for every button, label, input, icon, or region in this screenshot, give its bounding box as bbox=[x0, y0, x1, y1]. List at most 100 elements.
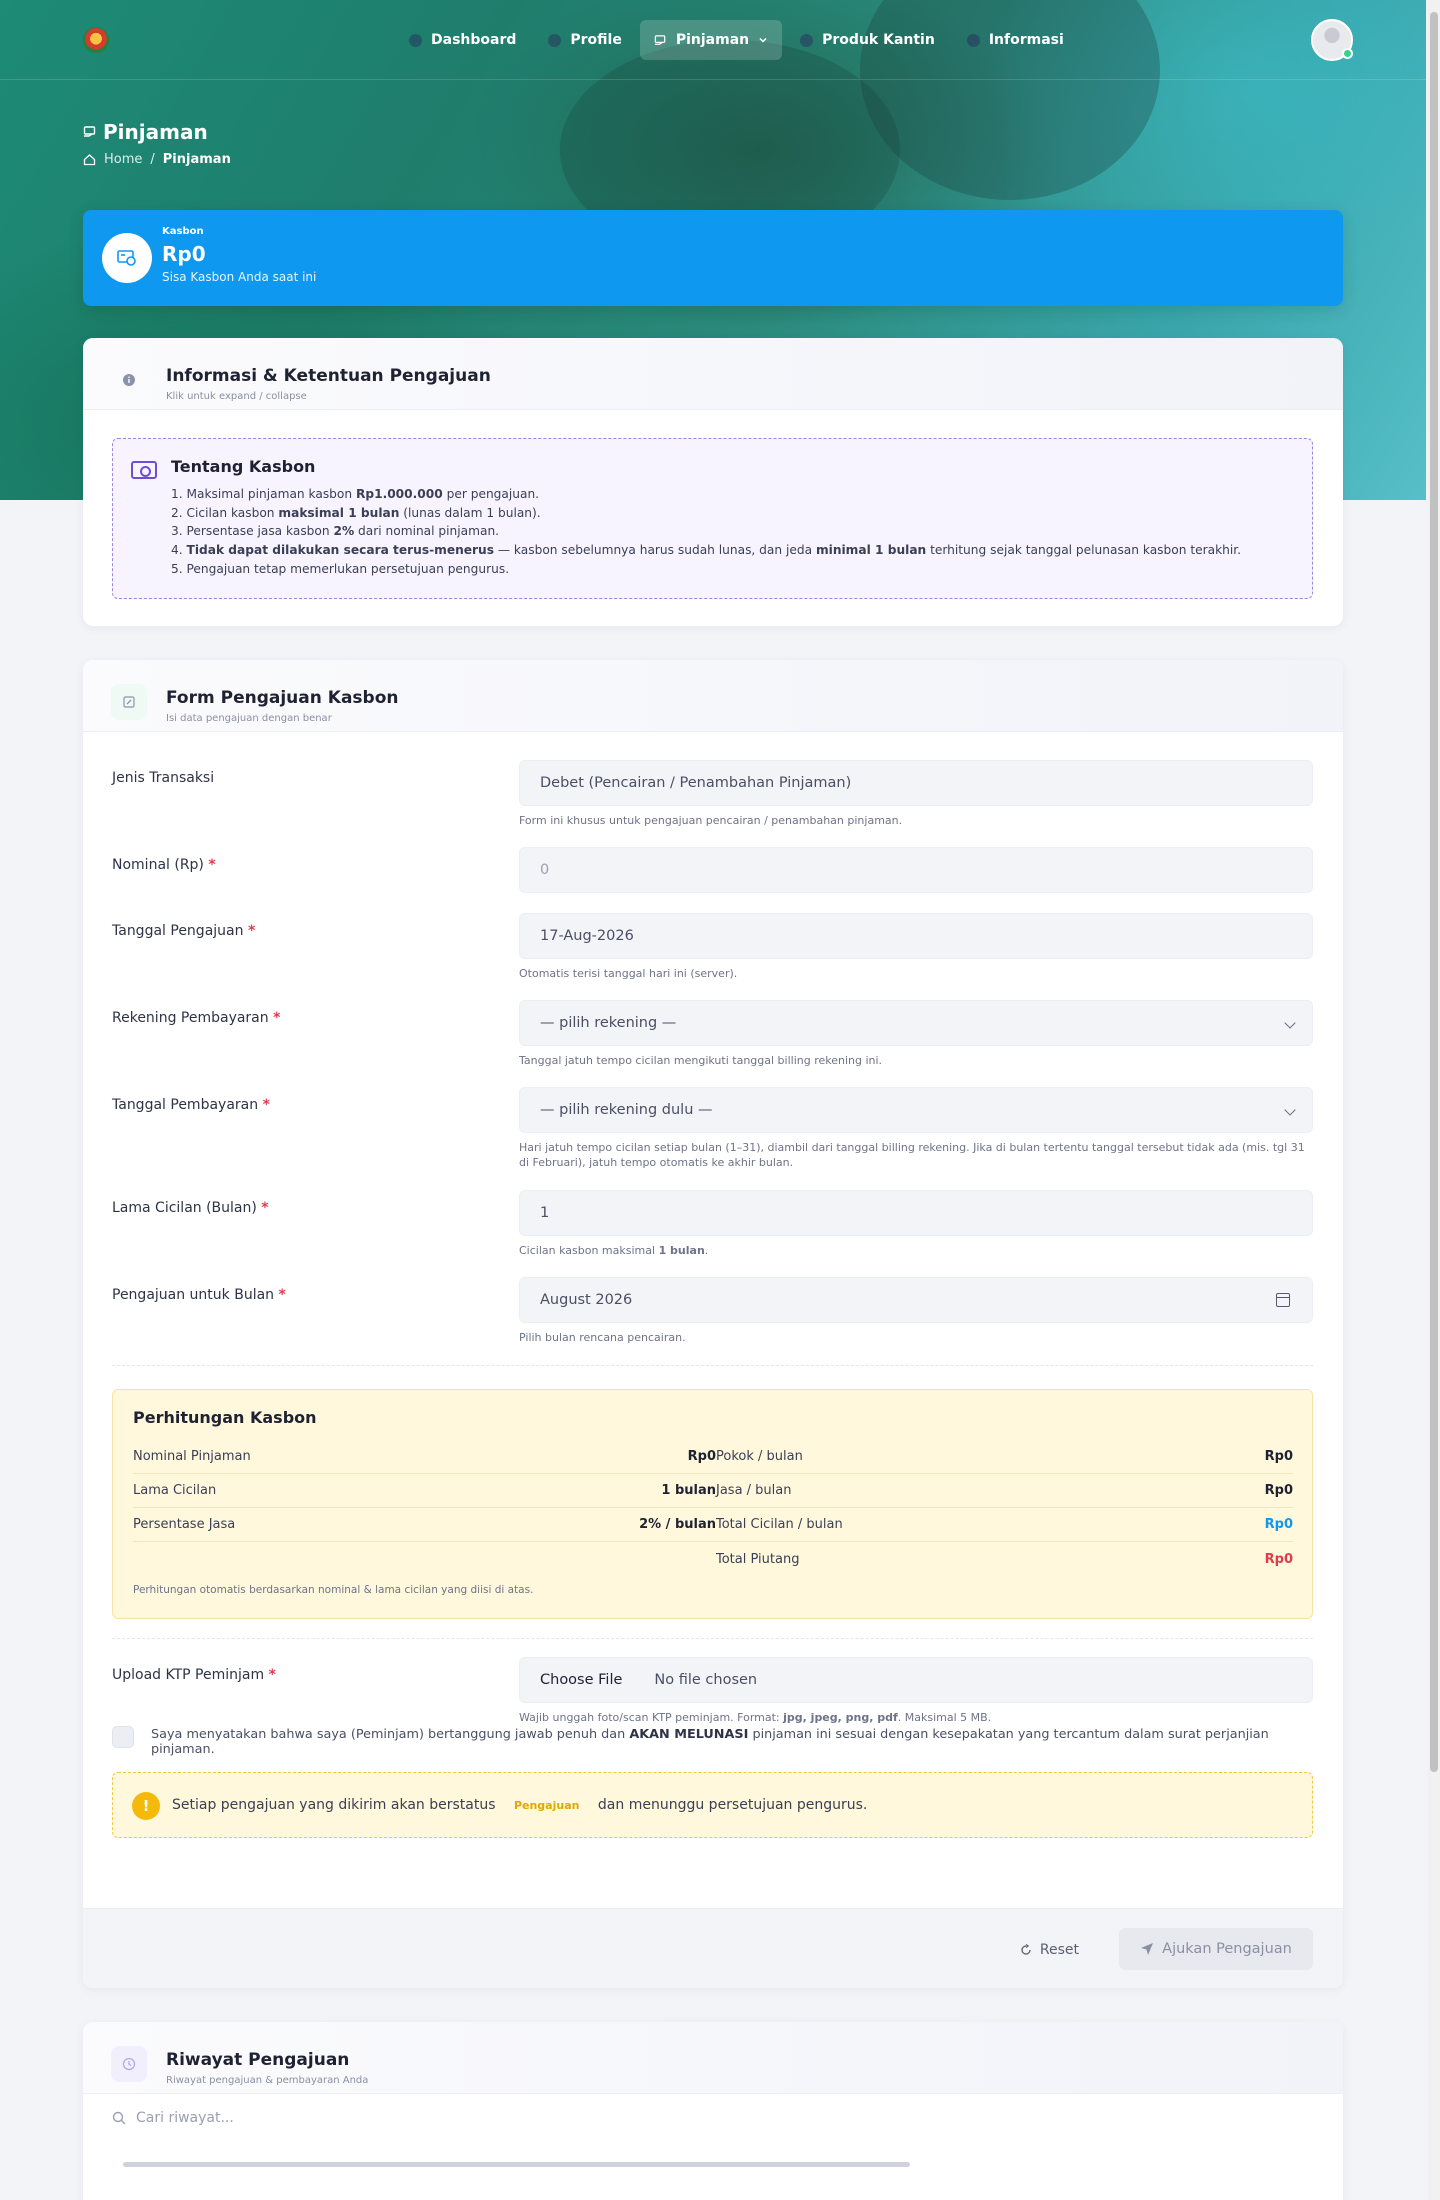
nominal-input[interactable]: 0 bbox=[519, 847, 1313, 893]
avatar[interactable] bbox=[1311, 19, 1353, 61]
kasbon-label: Kasbon bbox=[162, 226, 204, 237]
chevron-down-icon bbox=[1284, 1017, 1296, 1029]
hand-money-icon bbox=[654, 34, 666, 45]
nav-label: Profile bbox=[570, 32, 622, 48]
info-icon bbox=[123, 374, 135, 386]
form-card: Form Pengajuan Kasbon Isi data pengajuan… bbox=[83, 660, 1343, 1988]
page-scrollbar[interactable] bbox=[1428, 0, 1440, 2200]
tentang-kasbon-title: Tentang Kasbon bbox=[171, 457, 316, 476]
online-status-dot bbox=[1342, 48, 1353, 59]
breadcrumb-separator: / bbox=[150, 152, 155, 167]
bulan-picker[interactable]: August 2026 bbox=[519, 1277, 1313, 1323]
store-icon bbox=[800, 33, 814, 47]
hand-money-icon bbox=[83, 126, 96, 137]
form-actions: Reset Ajukan Pengajuan bbox=[83, 1908, 1343, 1988]
info-card-subtitle: Klik untuk expand / collapse bbox=[166, 391, 307, 402]
page-scrollbar-thumb[interactable] bbox=[1430, 12, 1438, 1772]
form-title: Form Pengajuan Kasbon bbox=[166, 688, 399, 708]
ktp-file-input[interactable]: Choose File No file chosen bbox=[519, 1657, 1313, 1703]
field-label: Rekening Pembayaran * bbox=[112, 1010, 281, 1026]
nav-item-produk-kantin[interactable]: Produk Kantin bbox=[786, 20, 949, 60]
top-navbar: Dashboard Profile Pinjaman Produk Kantin… bbox=[0, 0, 1426, 80]
info-card: Informasi & Ketentuan Pengajuan Klik unt… bbox=[83, 338, 1343, 626]
rekening-select[interactable]: — pilih rekening — bbox=[519, 1000, 1313, 1046]
page-title-text: Pinjaman bbox=[103, 120, 208, 144]
chevron-down-icon bbox=[759, 37, 767, 43]
nav-item-dashboard[interactable]: Dashboard bbox=[395, 20, 530, 60]
table-scrollbar[interactable] bbox=[123, 2162, 910, 2167]
nav-label: Dashboard bbox=[431, 32, 517, 48]
calc-row: Total Piutang Rp0 bbox=[716, 1551, 1293, 1567]
info-card-header[interactable]: Informasi & Ketentuan Pengajuan Klik unt… bbox=[83, 338, 1343, 410]
calc-row: Lama Cicilan 1 bulan bbox=[133, 1474, 716, 1508]
field-label: Jenis Transaksi bbox=[112, 770, 215, 786]
ketentuan-list: 1. Maksimal pinjaman kasbon Rp1.000.000 … bbox=[171, 485, 1241, 579]
form-card-header: Form Pengajuan Kasbon Isi data pengajuan… bbox=[83, 660, 1343, 732]
reset-button[interactable]: Reset bbox=[1006, 1929, 1093, 1971]
breadcrumb-current: Pinjaman bbox=[162, 152, 231, 167]
field-label: Tanggal Pembayaran * bbox=[112, 1097, 270, 1113]
tanggal-pembayaran-select[interactable]: — pilih rekening dulu — bbox=[519, 1087, 1313, 1133]
field-label: Pengajuan untuk Bulan * bbox=[112, 1287, 286, 1303]
home-icon bbox=[83, 154, 96, 166]
status-badge: Pengajuan bbox=[513, 1799, 580, 1812]
edit-icon bbox=[123, 696, 135, 708]
field-help: Tanggal jatuh tempo cicilan mengikuti ta… bbox=[519, 1054, 883, 1067]
agreement-text: Saya menyatakan bahwa saya (Peminjam) be… bbox=[151, 1727, 1269, 1757]
nav-item-pinjaman[interactable]: Pinjaman bbox=[639, 20, 783, 60]
history-icon bbox=[122, 2057, 136, 2071]
choose-file-button[interactable]: Choose File bbox=[540, 1672, 622, 1688]
field-help: Form ini khusus untuk pengajuan pencaira… bbox=[519, 814, 903, 827]
form-subtitle: Isi data pengajuan dengan benar bbox=[166, 713, 332, 724]
list-item: 3. Persentase jasa kasbon 2% dari nomina… bbox=[171, 524, 500, 539]
kasbon-value: Rp0 bbox=[162, 242, 206, 266]
warning-icon: ! bbox=[132, 1792, 160, 1820]
kasbon-summary-card: Kasbon Rp0 Sisa Kasbon Anda saat ini bbox=[83, 210, 1343, 306]
perhitungan-title: Perhitungan Kasbon bbox=[133, 1408, 317, 1427]
nav-label: Pinjaman bbox=[675, 32, 750, 48]
calc-row: Total Cicilan / bulan Rp0 bbox=[716, 1508, 1293, 1542]
main-nav: Dashboard Profile Pinjaman Produk Kantin… bbox=[395, 20, 1078, 60]
money-icon bbox=[131, 461, 157, 479]
lama-cicilan-input[interactable]: 1 bbox=[519, 1190, 1313, 1236]
search-icon bbox=[112, 2111, 126, 2125]
nav-label: Informasi bbox=[988, 32, 1064, 48]
info-icon-wrap bbox=[111, 362, 147, 398]
list-item: 1. Maksimal pinjaman kasbon Rp1.000.000 … bbox=[171, 487, 540, 501]
status-notice: ! Setiap pengajuan yang dikirim akan ber… bbox=[112, 1772, 1313, 1838]
section-divider bbox=[112, 1365, 1313, 1366]
info-icon bbox=[966, 33, 980, 47]
send-icon bbox=[1141, 1943, 1154, 1955]
field-label: Nominal (Rp) * bbox=[112, 857, 216, 873]
riwayat-search-input[interactable]: Cari riwayat... bbox=[112, 2110, 234, 2126]
file-status: No file chosen bbox=[654, 1672, 758, 1688]
jenis-transaksi-input: Debet (Pencairan / Penambahan Pinjaman) bbox=[519, 760, 1313, 806]
field-help: Otomatis terisi tanggal hari ini (server… bbox=[519, 967, 738, 980]
refresh-icon bbox=[1021, 1944, 1031, 1955]
breadcrumb: Home / Pinjaman bbox=[83, 152, 231, 167]
riwayat-subtitle: Riwayat pengajuan & pembayaran Anda bbox=[166, 2075, 369, 2086]
field-help: Pilih bulan rencana pencairan. bbox=[519, 1331, 686, 1344]
tanggal-pengajuan-input: 17-Aug-2026 bbox=[519, 913, 1313, 959]
perhitungan-note: Perhitungan otomatis berdasarkan nominal… bbox=[133, 1584, 534, 1596]
riwayat-card-header: Riwayat Pengajuan Riwayat pengajuan & pe… bbox=[83, 2022, 1343, 2094]
field-help: Wajib unggah foto/scan KTP peminjam. For… bbox=[519, 1711, 992, 1724]
grid-icon bbox=[409, 33, 422, 47]
section-divider bbox=[112, 1638, 1313, 1639]
field-help: Cicilan kasbon maksimal 1 bulan. bbox=[519, 1244, 709, 1257]
app-logo[interactable] bbox=[83, 27, 109, 53]
breadcrumb-home[interactable]: Home bbox=[104, 152, 142, 167]
riwayat-title: Riwayat Pengajuan bbox=[166, 2050, 350, 2070]
nav-item-informasi[interactable]: Informasi bbox=[953, 20, 1078, 60]
list-item: 5. Pengajuan tetap memerlukan persetujua… bbox=[171, 561, 510, 576]
user-icon bbox=[548, 33, 562, 47]
submit-button[interactable]: Ajukan Pengajuan bbox=[1119, 1928, 1313, 1970]
kasbon-icon-wrap bbox=[102, 233, 152, 283]
field-label: Tanggal Pengajuan * bbox=[112, 923, 256, 939]
tentang-kasbon-box: Tentang Kasbon 1. Maksimal pinjaman kasb… bbox=[112, 438, 1313, 599]
nav-item-profile[interactable]: Profile bbox=[534, 20, 635, 60]
agreement-checkbox[interactable] bbox=[112, 1726, 134, 1748]
page-title: Pinjaman bbox=[83, 120, 208, 144]
field-label: Upload KTP Peminjam * bbox=[112, 1667, 276, 1683]
calc-row: Jasa / bulan Rp0 bbox=[716, 1474, 1293, 1508]
